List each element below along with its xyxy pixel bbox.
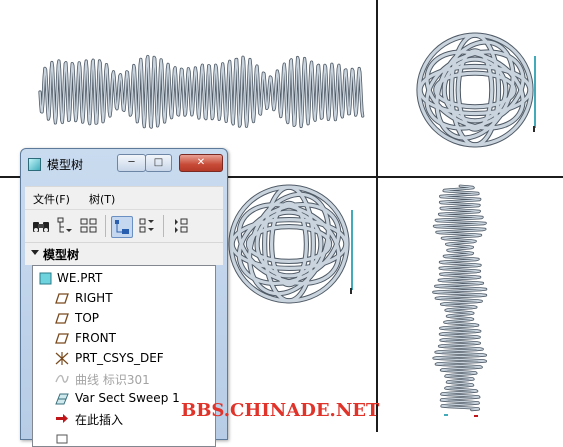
part-icon	[39, 272, 52, 285]
menu-file[interactable]: 文件(F)	[33, 191, 70, 207]
datum-plane-icon	[55, 293, 69, 304]
tree-item-label: PRT_CSYS_DEF	[75, 351, 164, 365]
datum-plane-icon	[55, 313, 69, 324]
show-filter-icon[interactable]	[55, 216, 75, 236]
binoculars-icon[interactable]	[31, 216, 51, 236]
toolbar-separator	[163, 215, 164, 237]
tree-item-label: 在此插入	[75, 413, 124, 427]
tree-item-curve[interactable]: 曲线 标识301	[33, 369, 215, 389]
partial-icon	[56, 434, 68, 444]
tree-toolbar	[25, 209, 223, 242]
tree-item-part[interactable]: WE.PRT	[33, 269, 215, 289]
site-watermark: BBS.CHINADE.NET	[181, 400, 380, 421]
tree-item-right[interactable]: RIGHT	[33, 289, 215, 309]
viewport-top[interactable]	[378, 178, 563, 432]
model-tree-app-icon	[28, 158, 41, 171]
sphere-coil-model-top	[416, 32, 536, 148]
tree-item-label: FRONT	[75, 331, 116, 345]
tree-item-label: RIGHT	[75, 291, 113, 305]
model-tree-window[interactable]: 模型树 ─ □ ✕ 文件(F) 树(T) 模型树 WE.PRT RIGHT TO…	[20, 148, 228, 447]
sweep-icon	[55, 393, 69, 405]
viewport-right[interactable]	[378, 0, 563, 176]
window-title: 模型树	[47, 158, 84, 172]
close-button[interactable]: ✕	[179, 154, 223, 172]
vertical-wave-model	[432, 184, 488, 417]
tree-item-label: Var Sect Sweep 1	[75, 391, 180, 405]
maximize-button[interactable]: □	[145, 154, 172, 172]
insert-arrow-icon	[56, 414, 68, 423]
datum-plane-icon	[55, 333, 69, 344]
menu-tree[interactable]: 树(T)	[89, 191, 115, 207]
columns-icon[interactable]	[79, 216, 99, 236]
tree-item-top[interactable]: TOP	[33, 309, 215, 329]
collapse-arrow-icon[interactable]	[31, 250, 39, 255]
settings-icon[interactable]	[171, 216, 191, 236]
minimize-button[interactable]: ─	[117, 154, 146, 172]
tree-header-label: 模型树	[43, 248, 80, 262]
viewport-divider-vertical	[376, 0, 378, 432]
tree-item-label: TOP	[75, 311, 100, 325]
curve-icon	[55, 374, 69, 383]
menu-bar: 文件(F) 树(T)	[25, 186, 223, 209]
tree-header[interactable]: 模型树	[25, 242, 223, 265]
csys-icon	[55, 352, 69, 365]
window-titlebar[interactable]: 模型树 ─ □ ✕	[21, 149, 227, 177]
tree-item-label: WE.PRT	[57, 271, 103, 285]
tree-item-front[interactable]: FRONT	[33, 329, 215, 349]
expand-icon[interactable]	[137, 216, 157, 236]
toolbar-separator	[105, 215, 106, 237]
tree-view-icon[interactable]	[111, 216, 133, 238]
tree-item-label: 曲线 标识301	[75, 373, 150, 387]
tree-item-csys[interactable]: PRT_CSYS_DEF	[33, 349, 215, 369]
